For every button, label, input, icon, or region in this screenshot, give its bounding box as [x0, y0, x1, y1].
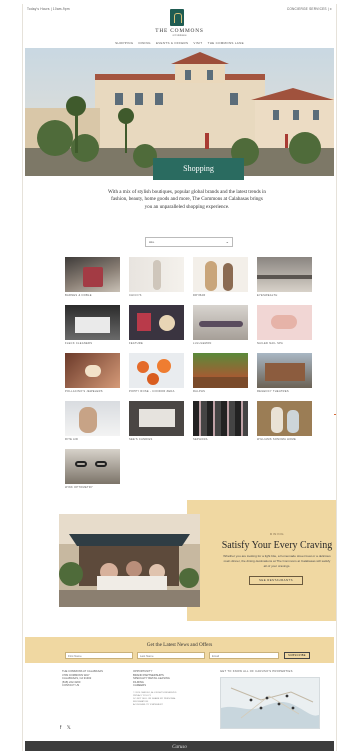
store-label: BARNES & NOBLE	[65, 294, 92, 297]
footer: THE COMMONS AT CALABASAS 4799 COMMONS WA…	[25, 665, 334, 743]
store-tile[interactable]: POPPY ROSE - CONDOR ZEDA	[129, 353, 184, 393]
nav-shopping[interactable]: SHOPPING	[115, 41, 133, 45]
store-label: DRYBAR	[193, 294, 206, 297]
nav-visit[interactable]: VISIT	[193, 41, 202, 45]
dining-title: Satisfy Your Every Craving	[221, 540, 333, 551]
store-label: RALPHS	[193, 390, 206, 393]
nav-events-offers[interactable]: EVENTS & OFFERS	[156, 41, 188, 45]
store-label: CHICO'S	[129, 294, 142, 297]
store-label: POPPY ROSE - CONDOR ZEDA	[129, 390, 175, 393]
last-name-input[interactable]	[137, 652, 205, 659]
chevron-down-icon: ⌄	[225, 239, 229, 244]
email-input[interactable]	[209, 652, 279, 659]
store-image	[129, 257, 184, 292]
store-tile[interactable]: FLECK CLEANERS	[65, 305, 120, 345]
store-image	[257, 401, 312, 436]
filter-selected-value: ALL	[149, 240, 155, 244]
dining-kicker: DINING	[269, 532, 285, 536]
category-filter-select[interactable]: ALL ⌄	[145, 237, 233, 247]
store-label: WINK OPTOMETRY	[65, 486, 94, 489]
social-links: f 𝕏	[60, 725, 75, 731]
accessibility-link[interactable]: ACCESSIBILITY STATEMENT	[133, 704, 188, 707]
store-label: SEE'S CANDIES	[129, 438, 153, 441]
newsletter-band: Get the Latest News and Offers SUBSCRIBE	[25, 637, 334, 663]
store-tile[interactable]: DRYBAR	[193, 257, 248, 297]
store-label: LULULEMON	[193, 342, 212, 345]
nav-commons-lane[interactable]: THE COMMONS LANE	[208, 41, 244, 45]
store-tile[interactable]: REGENCY THEATRES	[257, 353, 312, 393]
store-label: FLECK CLEANERS	[65, 342, 93, 345]
store-image	[193, 401, 248, 436]
concierge-link[interactable]: CONCIERGE SERVICES | ≡	[287, 7, 332, 11]
facebook-icon[interactable]: f	[60, 725, 61, 731]
map-label: GET TO KNOW ALL OF CARUSO'S PROPERTIES	[220, 670, 293, 673]
dining-photo-illustration	[59, 514, 200, 607]
dining-description: Whether you are looking for a light bite…	[223, 554, 331, 568]
logo-icon[interactable]	[170, 9, 184, 26]
intro-paragraph: With a mix of stylish boutiques, popular…	[108, 189, 266, 210]
store-label: WILLIAMS SONOMA HOME	[257, 438, 297, 441]
properties-map[interactable]	[220, 677, 320, 729]
store-image	[193, 305, 248, 340]
newsletter-title: Get the Latest News and Offers	[146, 642, 213, 648]
store-tile[interactable]: RITE AID	[65, 401, 120, 441]
store-tile[interactable]: NAILED NAIL SPA	[257, 305, 312, 345]
store-image	[65, 401, 120, 436]
store-tile[interactable]: CHICO'S	[129, 257, 184, 297]
brand-subtitle: at Calabasas	[172, 34, 187, 37]
x-twitter-icon[interactable]: 𝕏	[67, 725, 71, 731]
store-label: EYESWEALTH	[257, 294, 278, 297]
scroll-indicator	[334, 414, 336, 415]
footer-contact-link[interactable]: CONTACT US	[62, 684, 117, 688]
store-image	[65, 449, 120, 484]
store-label: REGENCY THEATRES	[257, 390, 289, 393]
dining-image	[59, 514, 200, 607]
store-label: FEATURE	[129, 342, 144, 345]
store-tile[interactable]: EYESWEALTH	[257, 257, 312, 297]
store-image	[129, 305, 184, 340]
store-image	[65, 257, 120, 292]
subscribe-button[interactable]: SUBSCRIBE	[284, 652, 310, 659]
store-label: SEPHORA	[193, 438, 208, 441]
store-image	[65, 305, 120, 340]
footer-links-column: OPPORTUNITY BRAND PARTNERSHIPS SPECIALTY…	[133, 670, 188, 707]
store-image	[129, 401, 184, 436]
store-tile[interactable]: FEATURE	[129, 305, 184, 345]
nav-dining[interactable]: DINING	[138, 41, 150, 45]
store-label: NAILED NAIL SPA	[257, 342, 283, 345]
first-name-input[interactable]	[65, 652, 133, 659]
store-image	[193, 257, 248, 292]
main-nav: SHOPPING DINING EVENTS & OFFERS VISIT TH…	[23, 41, 336, 45]
store-image	[257, 305, 312, 340]
store-image	[193, 353, 248, 388]
footer-link[interactable]: CAREERS	[133, 684, 188, 688]
store-image	[65, 353, 120, 388]
store-label: RITE AID	[65, 438, 79, 441]
page: Today's Hours | 10am-9pm CONCIERGE SERVI…	[22, 4, 337, 751]
caruso-bar[interactable]: Caruso	[25, 741, 334, 751]
store-tile[interactable]: SEE'S CANDIES	[129, 401, 184, 441]
hero-image	[25, 48, 334, 176]
store-tile[interactable]: WILLIAMS SONOMA HOME	[257, 401, 312, 441]
store-tile[interactable]: POLLACINO'S JEWELERS	[65, 353, 120, 393]
footer-address-column: THE COMMONS AT CALABASAS 4799 COMMONS WA…	[62, 670, 117, 688]
store-tile[interactable]: BARNES & NOBLE	[65, 257, 120, 297]
store-tile[interactable]: SEPHORA	[193, 401, 248, 441]
see-restaurants-button[interactable]: SEE RESTAURANTS	[249, 576, 303, 585]
store-tile[interactable]: RALPHS	[193, 353, 248, 393]
store-image	[129, 353, 184, 388]
page-title: Shopping	[153, 158, 244, 180]
map-illustration	[221, 678, 319, 728]
footer-legal: © 2024 CARUSO, ALL RIGHTS RESERVED PRIVA…	[133, 692, 188, 707]
dining-feature: DINING Satisfy Your Every Craving Whethe…	[57, 500, 336, 621]
store-image	[257, 257, 312, 292]
store-label: POLLACINO'S JEWELERS	[65, 390, 103, 393]
store-hours: Today's Hours | 10am-9pm	[27, 7, 70, 11]
store-image	[257, 353, 312, 388]
store-tile[interactable]: WINK OPTOMETRY	[65, 449, 120, 489]
hero-photo-illustration	[25, 48, 334, 176]
store-tile[interactable]: LULULEMON	[193, 305, 248, 345]
